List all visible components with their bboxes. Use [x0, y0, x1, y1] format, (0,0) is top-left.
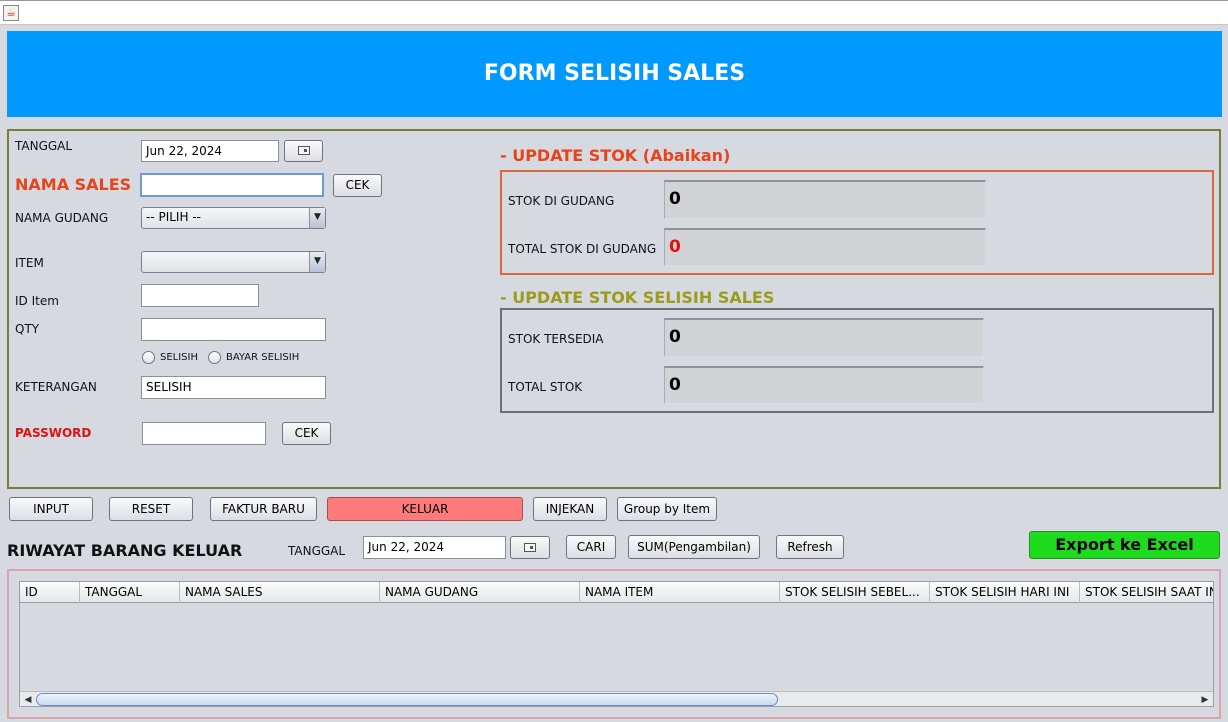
- java-cup-icon: ☕: [3, 5, 19, 21]
- qty-input[interactable]: [141, 318, 326, 341]
- total-stok-label: TOTAL STOK: [508, 380, 583, 394]
- reset-button[interactable]: RESET: [109, 497, 193, 521]
- selisih-radio-label: SELISIH: [160, 352, 199, 363]
- nama-gudang-select[interactable]: -- PILIH -- ▼: [141, 207, 326, 229]
- update-stok-selisih-title: - UPDATE STOK SELISIH SALES: [500, 288, 775, 307]
- export-excel-button[interactable]: Export ke Excel: [1029, 531, 1220, 559]
- cari-button[interactable]: CARI: [566, 535, 616, 559]
- riwayat-table-panel: ID TANGGAL NAMA SALES NAMA GUDANG NAMA I…: [7, 569, 1221, 719]
- column-header-tanggal[interactable]: TANGGAL: [80, 582, 180, 603]
- keluar-button[interactable]: KELUAR: [327, 497, 523, 521]
- tanggal-label: TANGGAL: [15, 139, 73, 153]
- scrollbar-thumb[interactable]: [36, 693, 778, 706]
- update-stok-title: - UPDATE STOK (Abaikan): [500, 146, 731, 165]
- window-title-bar: ☕: [0, 0, 1228, 25]
- scroll-left-icon[interactable]: ◀: [21, 693, 35, 706]
- horizontal-scrollbar[interactable]: ◀ ▶: [20, 691, 1213, 706]
- header-banner: FORM SELISIH SALES: [7, 31, 1222, 117]
- nama-sales-input[interactable]: [140, 173, 324, 197]
- group-by-item-button[interactable]: Group by Item: [617, 497, 717, 521]
- injekan-button[interactable]: INJEKAN: [533, 497, 607, 521]
- bayar-selisih-radio-label: BAYAR SELISIH: [226, 352, 300, 363]
- riwayat-table[interactable]: ID TANGGAL NAMA SALES NAMA GUDANG NAMA I…: [19, 581, 1214, 707]
- total-stok-di-gudang-label: TOTAL STOK DI GUDANG: [508, 242, 657, 256]
- nama-sales-label: NAMA SALES: [15, 175, 132, 194]
- column-header-stok-selisih-sebelum[interactable]: STOK SELISIH SEBEL...: [780, 582, 930, 603]
- sum-pengambilan-button[interactable]: SUM(Pengambilan): [628, 535, 760, 559]
- calendar-icon: [524, 543, 536, 552]
- total-stok-value: 0: [664, 366, 984, 404]
- password-input[interactable]: [142, 422, 266, 445]
- tanggal-date-field[interactable]: Jun 22, 2024: [141, 140, 279, 162]
- chevron-down-icon: ▼: [309, 208, 325, 228]
- tanggal-calendar-button[interactable]: [284, 140, 323, 162]
- password-cek-button[interactable]: CEK: [282, 422, 331, 445]
- column-header-stok-selisih-hari-ini[interactable]: STOK SELISIH HARI INI: [930, 582, 1080, 603]
- stok-tersedia-label: STOK TERSEDIA: [508, 332, 604, 346]
- password-label: PASSWORD: [15, 426, 92, 440]
- stok-di-gudang-label: STOK DI GUDANG: [508, 194, 615, 208]
- item-label: ITEM: [15, 256, 44, 270]
- faktur-baru-button[interactable]: FAKTUR BARU: [210, 497, 317, 521]
- riwayat-tanggal-label: TANGGAL: [288, 544, 346, 558]
- table-header: ID TANGGAL NAMA SALES NAMA GUDANG NAMA I…: [20, 582, 1213, 603]
- chevron-down-icon: ▼: [309, 252, 325, 272]
- riwayat-calendar-button[interactable]: [510, 536, 550, 559]
- column-header-stok-selisih-saat-ini[interactable]: STOK SELISIH SAAT IN: [1080, 582, 1213, 603]
- id-item-input[interactable]: [141, 284, 259, 307]
- riwayat-title: RIWAYAT BARANG KELUAR: [7, 541, 243, 560]
- nama-sales-cek-button[interactable]: CEK: [333, 174, 382, 197]
- riwayat-tanggal-field[interactable]: Jun 22, 2024: [363, 536, 506, 559]
- stok-tersedia-value: 0: [664, 318, 984, 357]
- keterangan-label: KETERANGAN: [15, 380, 97, 394]
- total-stok-di-gudang-value: 0: [664, 228, 986, 266]
- item-select[interactable]: ▼: [141, 251, 326, 273]
- input-button[interactable]: INPUT: [9, 497, 93, 521]
- stok-di-gudang-value: 0: [664, 180, 986, 219]
- nama-gudang-label: NAMA GUDANG: [15, 211, 109, 225]
- keterangan-input[interactable]: SELISIH: [141, 376, 326, 399]
- selisih-radio[interactable]: [142, 351, 155, 364]
- id-item-label: ID Item: [15, 294, 59, 308]
- calendar-icon: [297, 146, 310, 155]
- column-header-nama-gudang[interactable]: NAMA GUDANG: [380, 582, 580, 603]
- scroll-right-icon[interactable]: ▶: [1198, 693, 1212, 706]
- nama-gudang-selected: -- PILIH --: [146, 210, 201, 224]
- bayar-selisih-radio[interactable]: [208, 351, 221, 364]
- column-header-id[interactable]: ID: [20, 582, 80, 603]
- column-header-nama-item[interactable]: NAMA ITEM: [580, 582, 780, 603]
- column-header-nama-sales[interactable]: NAMA SALES: [180, 582, 380, 603]
- refresh-button[interactable]: Refresh: [776, 535, 844, 559]
- qty-label: QTY: [15, 322, 40, 336]
- page-title: FORM SELISIH SALES: [483, 61, 746, 86]
